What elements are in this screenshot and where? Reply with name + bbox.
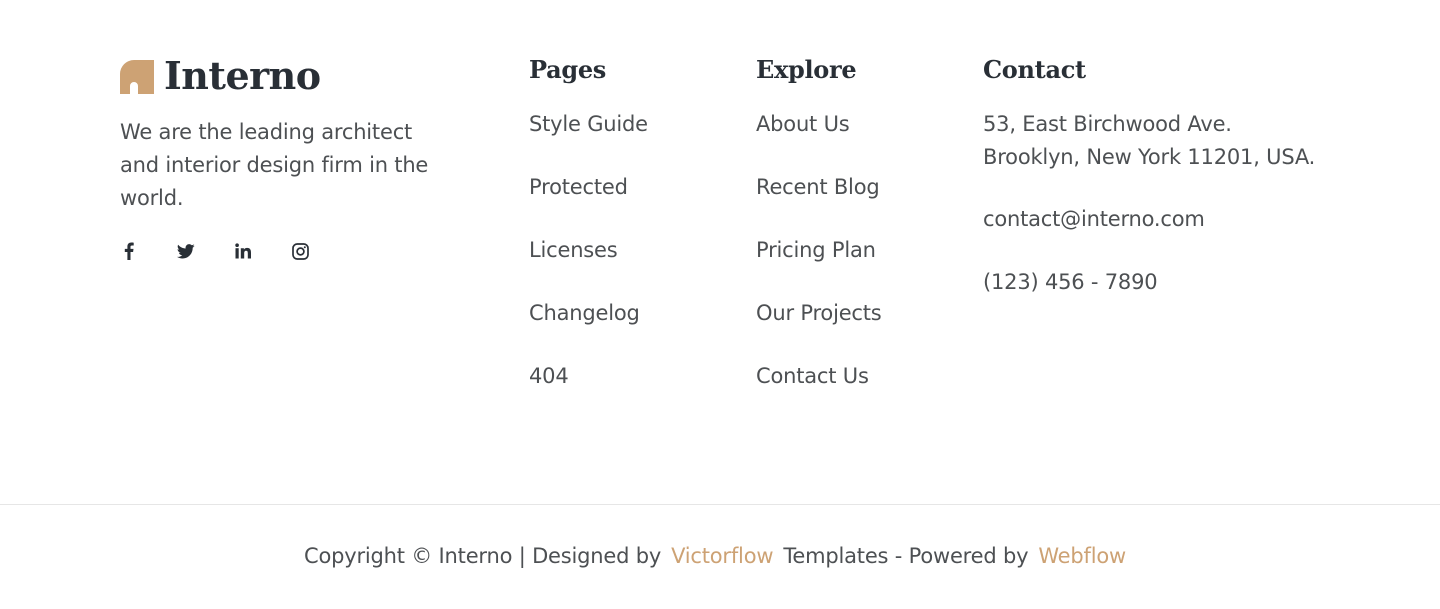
contact-column: Contact 53, East Birchwood Ave. Brooklyn… — [983, 54, 1315, 299]
footer-divider — [0, 504, 1440, 505]
contact-phone-link[interactable]: (123) 456 - 7890 — [983, 266, 1315, 299]
pages-link-protected[interactable]: Protected — [529, 172, 648, 235]
copyright-bar: Copyright © Interno | Designed by Victorf… — [0, 540, 1440, 573]
brand-tagline: We are the leading architect and interio… — [120, 120, 429, 210]
contact-heading: Contact — [983, 55, 1086, 84]
contact-email-link[interactable]: contact@interno.com — [983, 203, 1315, 236]
explore-column: Explore About Us Recent Blog Pricing Pla… — [756, 54, 882, 424]
twitter-icon — [177, 243, 195, 258]
pages-links: Style Guide Protected Licenses Changelog… — [529, 109, 648, 424]
pages-link-changelog[interactable]: Changelog — [529, 298, 648, 361]
facebook-icon — [124, 242, 134, 260]
explore-links: About Us Recent Blog Pricing Plan Our Pr… — [756, 109, 882, 424]
twitter-link[interactable] — [177, 242, 195, 260]
explore-heading: Explore — [756, 55, 857, 84]
logo[interactable]: Interno — [120, 56, 480, 96]
copyright-prefix: Copyright © Interno | Designed by — [304, 544, 662, 568]
explore-link-our-projects[interactable]: Our Projects — [756, 298, 882, 361]
explore-link-contact-us[interactable]: Contact Us — [756, 361, 882, 424]
pages-link-404[interactable]: 404 — [529, 361, 648, 424]
logo-arch-icon — [120, 60, 154, 94]
pages-column: Pages Style Guide Protected Licenses Cha… — [529, 54, 648, 424]
pages-link-style-guide[interactable]: Style Guide — [529, 109, 648, 172]
contact-address: 53, East Birchwood Ave. Brooklyn, New Yo… — [983, 108, 1315, 174]
linkedin-icon — [235, 243, 251, 259]
instagram-link[interactable] — [291, 242, 309, 260]
explore-link-about-us[interactable]: About Us — [756, 109, 882, 172]
explore-link-pricing-plan[interactable]: Pricing Plan — [756, 235, 882, 298]
platform-link[interactable]: Webflow — [1038, 544, 1126, 568]
logo-text: Interno — [164, 53, 321, 98]
instagram-icon — [291, 242, 309, 260]
address-line-2: Brooklyn, New York 11201, USA. — [983, 145, 1316, 169]
pages-link-licenses[interactable]: Licenses — [529, 235, 648, 298]
address-line-1: 53, East Birchwood Ave. — [983, 112, 1232, 136]
facebook-link[interactable] — [120, 242, 138, 260]
copyright-middle: Templates - Powered by — [783, 544, 1029, 568]
social-links — [120, 242, 480, 260]
site-footer: Interno We are the leading architect and… — [0, 0, 1440, 504]
footer-brand: Interno We are the leading architect and… — [120, 56, 480, 260]
designer-link[interactable]: Victorflow — [671, 544, 773, 568]
linkedin-link[interactable] — [234, 242, 252, 260]
pages-heading: Pages — [529, 55, 607, 84]
explore-link-recent-blog[interactable]: Recent Blog — [756, 172, 882, 235]
